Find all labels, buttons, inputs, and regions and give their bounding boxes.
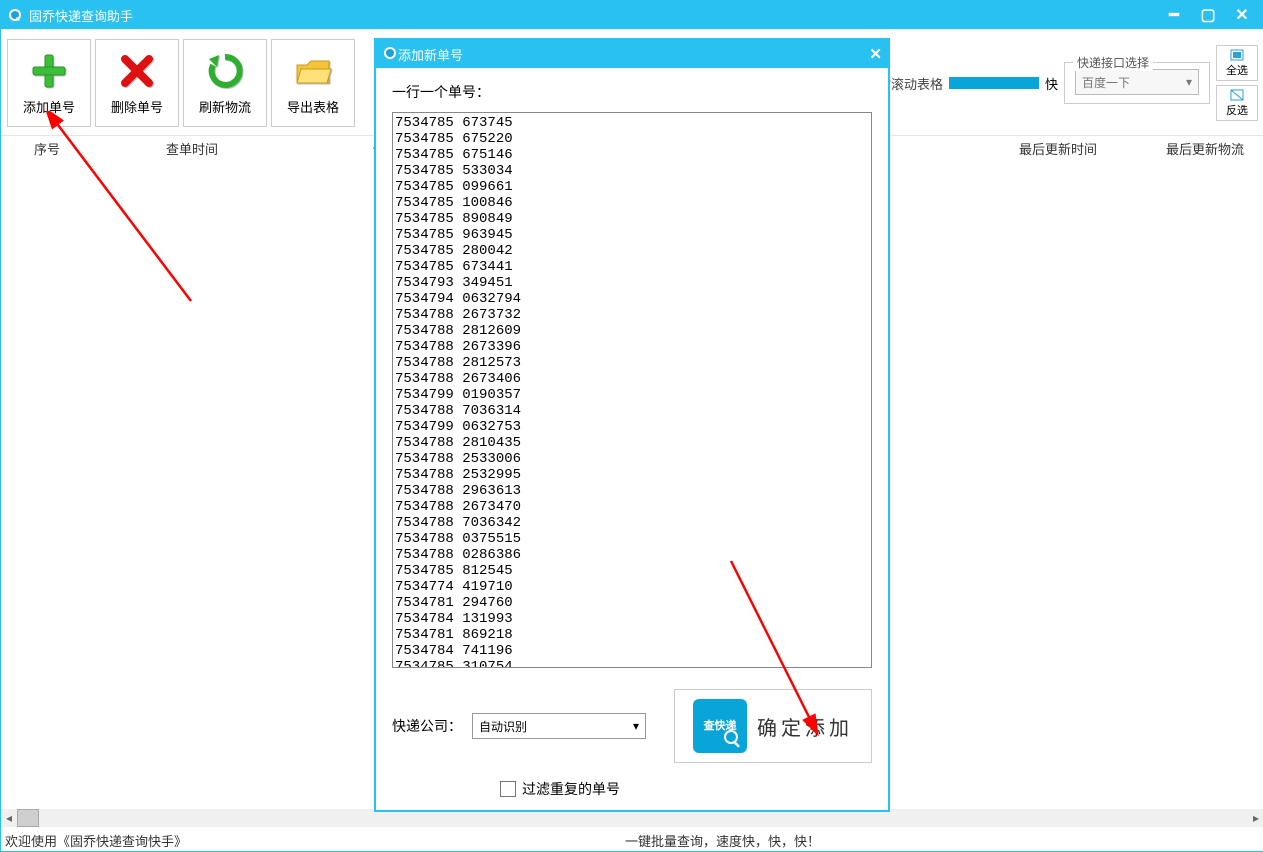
- select-all-icon: [1230, 49, 1244, 61]
- refresh-button[interactable]: 刷新物流: [183, 39, 267, 127]
- minimize-icon[interactable]: ━: [1166, 7, 1182, 23]
- dialog-titlebar: 添加新单号 ✕: [376, 40, 888, 68]
- close-icon[interactable]: ✕: [1234, 7, 1250, 23]
- export-button[interactable]: 导出表格: [271, 39, 355, 127]
- interface-select[interactable]: 百度一下 ▾: [1075, 69, 1199, 95]
- interface-legend: 快递接口选择: [1073, 54, 1153, 71]
- maximize-icon[interactable]: ▢: [1200, 7, 1216, 23]
- company-select[interactable]: 自动识别 ▾: [472, 713, 646, 739]
- company-label: 快递公司：: [392, 716, 462, 736]
- refresh-label: 刷新物流: [199, 97, 251, 116]
- chevron-down-icon: ▾: [633, 719, 639, 733]
- window-title: 固乔快递查询助手: [29, 6, 1166, 25]
- select-all-label: 全选: [1226, 62, 1248, 78]
- invert-select-icon: [1230, 89, 1244, 101]
- plus-icon: [29, 51, 69, 91]
- folder-icon: [293, 51, 333, 91]
- status-right: 一键批量查询，速度快，快，快！: [625, 831, 1263, 850]
- col-index: 序号: [1, 139, 94, 158]
- interface-group: 快递接口选择 百度一下 ▾: [1064, 62, 1210, 104]
- interface-value: 百度一下: [1082, 74, 1130, 91]
- select-all-button[interactable]: 全选: [1216, 45, 1258, 81]
- scroll-right-icon[interactable]: ▸: [1248, 810, 1263, 826]
- col-query-time: 查单时间: [94, 139, 291, 158]
- invert-select-button[interactable]: 反选: [1216, 85, 1258, 121]
- refresh-icon: [205, 51, 245, 91]
- dialog-close-icon[interactable]: ✕: [869, 45, 882, 63]
- filter-dup-label: 过滤重复的单号: [522, 779, 620, 799]
- scroll-thumb[interactable]: [17, 809, 39, 827]
- delete-tracking-label: 删除单号: [111, 97, 163, 116]
- add-tracking-label: 添加单号: [23, 97, 75, 116]
- filter-dup-checkbox[interactable]: [500, 781, 516, 797]
- company-value: 自动识别: [479, 718, 527, 735]
- invert-select-label: 反选: [1226, 102, 1248, 118]
- confirm-add-button[interactable]: 查快递 确定添加: [674, 689, 872, 763]
- col-last-track: 最后更新物流: [1147, 139, 1263, 158]
- app-icon: [7, 7, 23, 23]
- status-bar: 欢迎使用《固乔快递查询快手》 一键批量查询，速度快，快，快！: [1, 829, 1263, 851]
- dialog-hint: 一行一个单号：: [392, 82, 872, 102]
- add-tracking-button[interactable]: 添加单号: [7, 39, 91, 127]
- query-progress: [949, 77, 1039, 89]
- export-label: 导出表格: [287, 97, 339, 116]
- add-tracking-dialog: 添加新单号 ✕ 一行一个单号： 快递公司： 自动识别 ▾ 查快递 确定添加: [375, 39, 889, 811]
- delete-tracking-button[interactable]: 删除单号: [95, 39, 179, 127]
- col-last-update: 最后更新时间: [970, 139, 1147, 158]
- window-titlebar: 固乔快递查询助手 ━ ▢ ✕: [1, 1, 1263, 29]
- search-package-icon: 查快递: [693, 699, 747, 753]
- confirm-add-label: 确定添加: [757, 712, 853, 741]
- horizontal-scrollbar[interactable]: ◂ ▸: [1, 809, 1263, 827]
- x-icon: [117, 51, 157, 91]
- dialog-app-icon: [382, 45, 398, 64]
- tracking-input[interactable]: [392, 112, 872, 668]
- scroll-left-icon[interactable]: ◂: [1, 810, 17, 826]
- status-left: 欢迎使用《固乔快递查询快手》: [1, 831, 625, 850]
- speed-label: 快: [1045, 74, 1058, 93]
- dialog-title: 添加新单号: [398, 45, 869, 64]
- chevron-down-icon: ▾: [1186, 75, 1192, 89]
